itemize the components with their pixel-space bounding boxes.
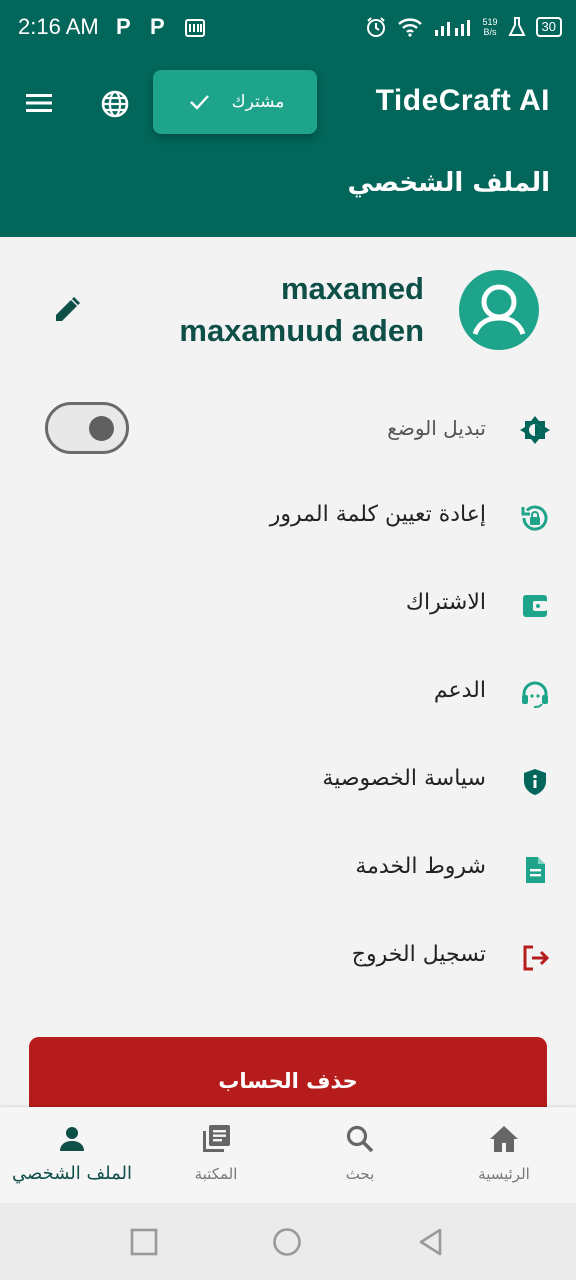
status-bar: 2:16 AM P P 519 B/s 30 [0,0,576,58]
notification-p-icon: P [150,14,165,39]
user-name-line1: maxamed [280,271,424,306]
globe-icon[interactable] [99,88,131,120]
menu-item-subscription[interactable]: الاشتراك [0,576,576,636]
alarm-icon [366,17,385,37]
menu-item-label: تبديل الوضع [387,416,486,440]
support-icon [522,681,548,708]
nav-item-profile[interactable]: الملف الشخصي [0,1107,144,1203]
avatar-icon [472,284,526,335]
avatar[interactable] [459,270,539,350]
menu-item-logout[interactable]: تسجيل الخروج [0,928,576,988]
document-icon [526,857,545,883]
nav-label: بحث [345,1165,375,1183]
news-icon [185,19,205,37]
bottom-navigation: الملف الشخصي المكتبة بحث الرئيسية [0,1107,576,1203]
menu-item-label: الاشتراك [405,590,486,615]
menu-item-label: إعادة تعيين كلمة المرور [269,502,486,527]
nav-label: الملف الشخصي [12,1163,132,1184]
menu-item-support[interactable]: الدعم [0,664,576,724]
check-icon [189,95,209,110]
nav-label: الرئيسية [478,1165,530,1183]
toggle-knob [89,416,114,441]
signal-icon [434,20,470,36]
status-right-group: 519 B/s 30 [365,16,562,38]
wifi-icon [397,18,422,37]
status-time: 2:16 AM [18,14,99,39]
subscribed-button[interactable]: مشترك [153,70,317,134]
delete-account-label: حذف الحساب [218,1069,358,1093]
system-navigation-bar [0,1203,576,1280]
home-circle-icon[interactable] [272,1227,302,1257]
brightness-icon [520,416,550,444]
nav-item-library[interactable]: المكتبة [144,1107,288,1203]
nav-item-home[interactable]: الرئيسية [432,1107,576,1203]
notification-p-icon: P [116,14,131,39]
home-icon [490,1126,518,1152]
user-name-line2: maxamuud aden [179,313,424,348]
menu-item-label: سياسة الخصوصية [322,766,486,791]
lab-icon [507,17,526,36]
nav-label: المكتبة [194,1165,238,1183]
lock-reset-icon [521,505,548,531]
subscribed-label: مشترك [231,92,285,112]
dark-mode-toggle[interactable] [45,402,129,454]
menu-item-reset-password[interactable]: إعادة تعيين كلمة المرور [0,488,576,548]
person-icon [60,1127,84,1151]
edit-icon[interactable] [52,295,82,325]
recents-icon[interactable] [129,1227,159,1257]
nav-item-search[interactable]: بحث [288,1107,432,1203]
logout-icon [523,945,550,971]
menu-item-terms-of-service[interactable]: شروط الخدمة [0,840,576,900]
library-icon [203,1125,230,1152]
menu-item-label: شروط الخدمة [355,854,486,879]
back-icon[interactable] [416,1227,446,1257]
battery-icon: 30 [535,17,562,37]
wallet-icon [523,595,547,617]
net-speed: 519 B/s [482,17,498,37]
menu-icon[interactable] [24,88,54,118]
app-bar: مشترك TideCraft AI الملف الشخصي [0,58,576,237]
menu-item-label: الدعم [433,678,486,703]
user-name: maxamed maxamuud aden [94,268,424,352]
privacy-shield-icon [524,769,546,795]
menu-item-privacy-policy[interactable]: سياسة الخصوصية [0,752,576,812]
app-title: TideCraft AI [375,84,550,117]
menu-item-label: تسجيل الخروج [351,942,486,967]
search-icon [346,1125,374,1153]
page-title: الملف الشخصي [347,168,550,198]
